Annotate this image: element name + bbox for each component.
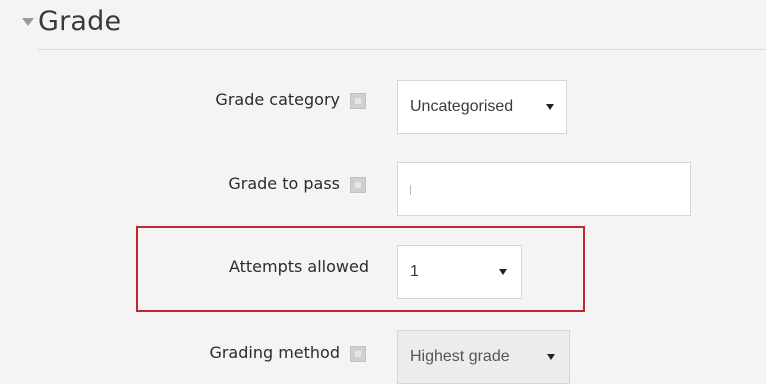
grade-category-label: Grade category bbox=[215, 90, 340, 109]
attempts-allowed-label: Attempts allowed bbox=[228, 257, 369, 276]
grading-method-help-icon[interactable] bbox=[350, 346, 366, 362]
grade-to-pass-label: Grade to pass bbox=[228, 174, 340, 193]
dropdown-arrow-icon bbox=[547, 354, 555, 360]
attempts-allowed-value: 1 bbox=[410, 263, 419, 280]
attempts-allowed-select[interactable]: 1 bbox=[397, 245, 522, 299]
dropdown-arrow-icon bbox=[499, 269, 507, 275]
grade-to-pass-input[interactable] bbox=[397, 162, 691, 216]
grade-category-select[interactable]: Uncategorised bbox=[397, 80, 567, 134]
grade-category-value: Uncategorised bbox=[410, 98, 514, 115]
grading-method-select[interactable]: Highest grade bbox=[397, 330, 570, 384]
grading-method-label: Grading method bbox=[209, 343, 340, 362]
collapse-caret-icon[interactable] bbox=[22, 18, 34, 26]
grade-to-pass-help-icon[interactable] bbox=[350, 177, 366, 193]
section-header-grade[interactable]: Grade bbox=[0, 0, 766, 50]
section-title: Grade bbox=[38, 6, 122, 37]
grading-method-value: Highest grade bbox=[410, 348, 510, 365]
text-cursor bbox=[410, 185, 411, 195]
grade-category-help-icon[interactable] bbox=[350, 93, 366, 109]
dropdown-arrow-icon bbox=[546, 104, 554, 110]
section-divider bbox=[38, 49, 766, 50]
